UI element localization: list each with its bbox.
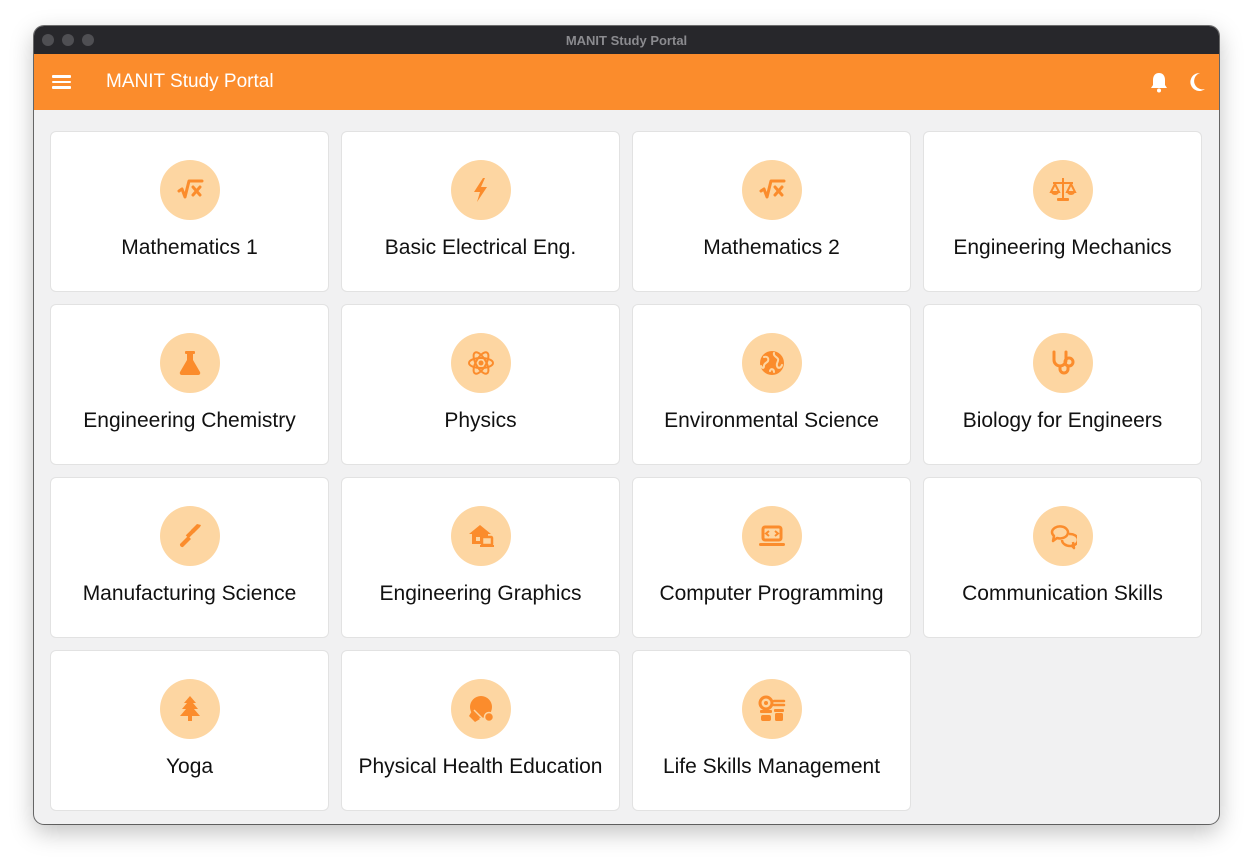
subject-card-computer-programming[interactable]: Computer Programming	[632, 477, 911, 638]
square-root-icon	[741, 160, 802, 220]
minimize-window-button[interactable]	[62, 34, 74, 46]
subject-card-communication-skills[interactable]: Communication Skills	[923, 477, 1202, 638]
notification-bell-icon[interactable]	[1149, 71, 1169, 93]
subject-card-mathematics-2[interactable]: Mathematics 2	[632, 131, 911, 292]
subject-card-label: Basic Electrical Eng.	[384, 236, 577, 259]
flask-icon	[159, 333, 220, 393]
subject-card-life-skills-management[interactable]: Life Skills Management	[632, 650, 911, 811]
subject-card-engineering-graphics[interactable]: Engineering Graphics	[341, 477, 620, 638]
window-title: MANIT Study Portal	[565, 32, 688, 48]
menu-icon[interactable]	[52, 72, 72, 92]
subject-card-label: Yoga	[165, 755, 214, 778]
subject-card-label: Computer Programming	[659, 582, 884, 605]
subject-card-label: Mathematics 2	[703, 236, 840, 259]
subject-card-physics[interactable]: Physics	[341, 304, 620, 465]
tree-icon	[159, 679, 220, 739]
subject-card-label: Life Skills Management	[662, 755, 881, 778]
stethoscope-icon	[1032, 333, 1093, 393]
dark-mode-moon-icon[interactable]	[1187, 71, 1207, 93]
app-bar: MANIT Study Portal	[34, 54, 1219, 110]
subject-card-environmental-science[interactable]: Environmental Science	[632, 304, 911, 465]
subject-card-manufacturing-science[interactable]: Manufacturing Science	[50, 477, 329, 638]
subject-card-label: Engineering Mechanics	[953, 236, 1172, 259]
window-titlebar: MANIT Study Portal	[34, 26, 1219, 54]
subject-card-label: Engineering Graphics	[379, 582, 582, 605]
square-root-icon	[159, 160, 220, 220]
table-tennis-icon	[450, 679, 511, 739]
chat-bubbles-icon	[1032, 506, 1093, 566]
globe-icon	[741, 333, 802, 393]
app-title: MANIT Study Portal	[106, 71, 274, 92]
subject-card-mathematics-1[interactable]: Mathematics 1	[50, 131, 329, 292]
subject-card-physical-health-education[interactable]: Physical Health Education	[341, 650, 620, 811]
subject-grid: Mathematics 1 Basic Electrical Eng. Mathem…	[50, 131, 1202, 811]
subject-card-label: Engineering Chemistry	[83, 409, 296, 432]
scale-icon	[1032, 160, 1093, 220]
window-controls	[42, 34, 94, 46]
app-window: MANIT Study Portal MANIT Study Portal Ma…	[34, 26, 1219, 824]
subject-card-engineering-chemistry[interactable]: Engineering Chemistry	[50, 304, 329, 465]
house-laptop-icon	[450, 506, 511, 566]
zoom-window-button[interactable]	[82, 34, 94, 46]
subject-card-yoga[interactable]: Yoga	[50, 650, 329, 811]
bolt-icon	[450, 160, 511, 220]
close-window-button[interactable]	[42, 34, 54, 46]
subject-card-label: Environmental Science	[664, 409, 879, 432]
subject-card-biology-for-engineers[interactable]: Biology for Engineers	[923, 304, 1202, 465]
screwdriver-icon	[159, 506, 220, 566]
subject-card-basic-electrical-eng[interactable]: Basic Electrical Eng.	[341, 131, 620, 292]
laptop-code-icon	[741, 506, 802, 566]
subject-card-label: Physics	[444, 409, 517, 432]
subject-card-engineering-mechanics[interactable]: Engineering Mechanics	[923, 131, 1202, 292]
subject-card-label: Physical Health Education	[358, 755, 603, 778]
subject-card-label: Biology for Engineers	[962, 409, 1163, 432]
subject-card-label: Communication Skills	[962, 582, 1163, 605]
subject-card-label: Mathematics 1	[121, 236, 258, 259]
people-roof-icon	[741, 679, 802, 739]
atom-icon	[450, 333, 511, 393]
subject-card-label: Manufacturing Science	[82, 582, 297, 605]
